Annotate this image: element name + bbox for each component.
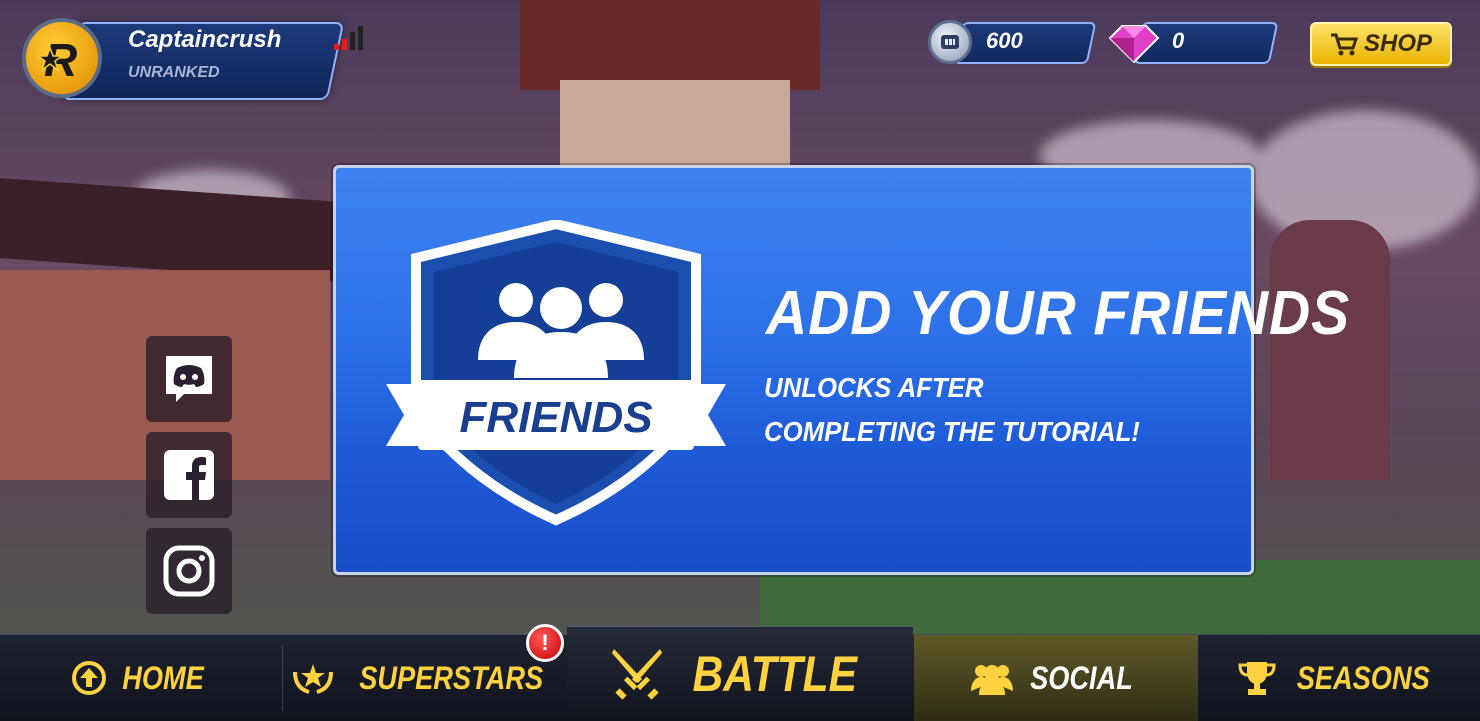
nav-home-label: HOME [122,659,204,696]
shop-button[interactable]: SHOP [1310,22,1452,66]
people-group-icon [970,665,1013,695]
nav-seasons-label: SEASONS [1296,659,1430,696]
cart-icon [1330,33,1358,56]
pagoda-wall [560,80,790,170]
coin-plate [953,22,1097,64]
friends-locked-panel: FRIENDS ADD YOUR FRIENDS UNLOCKS AFTER C… [333,165,1349,575]
crossed-swords-icon [612,649,663,700]
nav-seasons[interactable]: SEASONS [1198,635,1480,721]
nav-battle[interactable]: BATTLE [567,626,913,721]
nav-battle-label: BATTLE [692,646,858,702]
nav-social[interactable]: SOCIAL [914,635,1198,721]
gem-counter[interactable]: 0 [1108,20,1279,64]
instagram-icon [163,545,215,597]
shop-label: SHOP [1363,30,1432,57]
player-name: Captaincrush [128,26,282,53]
coin-icon [928,20,972,64]
coin-value: 600 [986,28,1023,53]
gem-value: 0 [1172,28,1185,53]
instagram-button[interactable] [146,528,232,614]
r-star-logo-icon[interactable]: R [22,18,102,98]
nav-home[interactable]: HOME [0,635,282,721]
player-rank: UNRANKED [128,64,220,81]
panel-subtitle: UNLOCKS AFTER COMPLETING THE TUTORIAL! [764,372,1140,447]
home-arrow-icon [72,661,106,695]
signal-bars-icon [334,26,363,50]
badge-label: FRIENDS [459,393,652,442]
friends-badge: FRIENDS [386,220,726,526]
superstars-alert-badge: ! [526,624,564,662]
discord-button[interactable] [146,336,232,422]
coin-counter[interactable]: 600 [928,20,1097,64]
pagoda-roof [520,0,820,90]
laurel-star-icon [292,664,333,694]
nav-superstars-label: SUPERSTARS [359,659,543,696]
trophy-icon [1238,662,1276,695]
roof [0,178,340,282]
rock [1270,220,1390,480]
player-card[interactable]: R Captaincrush UNRANKED [22,18,345,102]
nav-superstars[interactable]: SUPERSTARS [283,635,567,721]
facebook-icon [164,450,214,500]
nav-social-label: SOCIAL [1029,659,1133,696]
discord-icon [166,356,212,402]
gem-icon [1108,25,1160,64]
panel-title: ADD YOUR FRIENDS [766,279,1351,348]
facebook-button[interactable] [146,432,232,518]
